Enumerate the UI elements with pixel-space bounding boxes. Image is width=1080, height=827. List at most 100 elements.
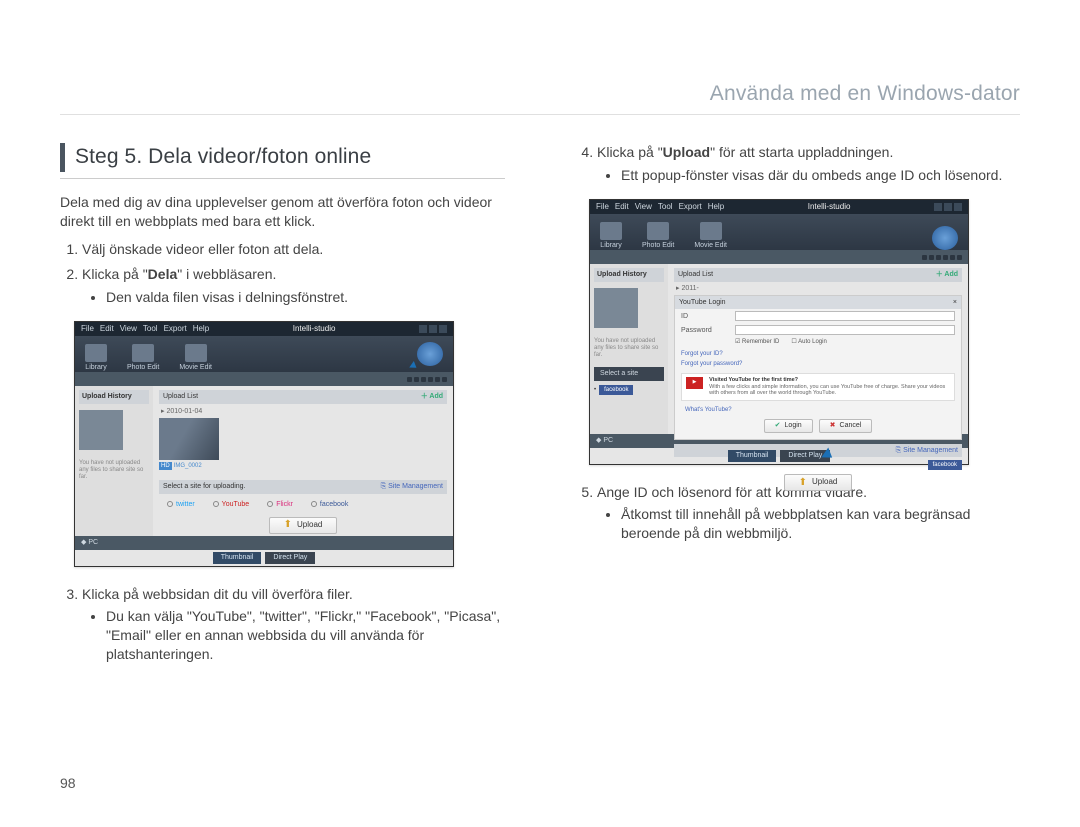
menu-help: Help	[193, 324, 209, 335]
step-5-sub: Åtkomst till innehåll på webbplatsen kan…	[621, 505, 1020, 543]
upload-button-label-2: Upload	[812, 477, 837, 488]
cursor-icon	[409, 361, 419, 371]
app-statusbar: ◆ PC	[75, 536, 453, 550]
app-toolbar: Library Photo Edit Movie Edit	[75, 336, 453, 372]
step-4-bold: Upload	[663, 144, 710, 160]
uploadlist-header-2: Upload List	[678, 270, 713, 279]
upload-thumbnail	[159, 418, 219, 460]
steps-list-left-2: Klicka på webbsidan dit du vill överföra…	[60, 585, 505, 665]
sidebar-header: Upload History	[79, 390, 149, 403]
youtube-badge-icon: ▶	[686, 377, 703, 389]
step-3-sub: Du kan välja "YouTube", "twitter", "Flic…	[106, 607, 505, 664]
menu-export: Export	[164, 324, 187, 335]
tab-library-label: Library	[85, 363, 106, 372]
app-bottom-tabs: ThumbnailDirect Play	[75, 550, 453, 565]
tab-photo-edit: Photo Edit	[127, 344, 159, 372]
add-label-2: Add	[944, 271, 958, 278]
sidebar-header-2: Upload History	[594, 268, 664, 281]
login-pw-label: Password	[681, 326, 731, 335]
page-header: Använda med en Windows-dator	[60, 80, 1020, 115]
add-label: Add	[429, 393, 443, 400]
app-subbar	[75, 372, 453, 386]
tab-movie-label: Movie Edit	[179, 363, 212, 372]
upload-arrow-icon-2: ⬆	[799, 478, 807, 488]
menu-file-2: File	[596, 202, 609, 213]
login-dialog: YouTube Login× ID Password ☑ Remember ID…	[674, 295, 962, 440]
prompt-head: Visited YouTube for the first time?	[709, 377, 950, 384]
tab-library-label-2: Library	[600, 241, 621, 250]
photo-icon-2	[647, 222, 669, 240]
login-prompt: ▶ Visited YouTube for the first time?Wit…	[681, 373, 955, 402]
step-4: Klicka på "Upload" för att starta upplad…	[597, 143, 1020, 185]
upload-arrow-icon: ⬆	[284, 520, 292, 530]
hd-badge: HD	[159, 462, 172, 470]
close-icon: ×	[953, 298, 957, 307]
menu-view: View	[120, 324, 137, 335]
history-thumbnail-2	[594, 288, 638, 328]
login-id-input	[735, 311, 955, 321]
step-3-text: Klicka på webbsidan dit du vill överföra…	[82, 586, 353, 602]
step-1-text: Välj önskade videor eller foton att dela…	[82, 241, 323, 257]
uploadlist-header: Upload List	[163, 392, 198, 401]
site-management: ⎘ Site Management	[381, 482, 443, 491]
prompt-body: With a few clicks and simple information…	[709, 384, 950, 398]
menu-help-2: Help	[708, 202, 724, 213]
step-2-pre: Klicka på "	[82, 266, 148, 282]
remember-id-checkbox: Remember ID	[742, 339, 779, 345]
step-2-sub: Den valda filen visas i delningsfönstret…	[106, 288, 505, 307]
cancel-button: ✖Cancel	[819, 419, 873, 432]
menu-view-2: View	[635, 202, 652, 213]
right-column: Klicka på "Upload" för att starta upplad…	[575, 143, 1020, 670]
site-twitter: twitter	[167, 500, 195, 509]
upload-button-label: Upload	[297, 520, 322, 531]
film-icon	[85, 344, 107, 362]
upload-date: 2010-01-04	[166, 408, 202, 415]
tab-direct-play: Direct Play	[265, 552, 315, 563]
menu-edit-2: Edit	[615, 202, 629, 213]
app-menubar-2: File Edit View Tool Export Help Intelli-…	[590, 200, 968, 214]
step-2-bold: Dela	[148, 266, 178, 282]
tab-photo-label: Photo Edit	[127, 363, 159, 372]
site-facebook-chip-2: facebook	[928, 460, 962, 470]
step-2: Klicka på "Dela" i webbläsaren. Den vald…	[82, 265, 505, 307]
app-subbar-2	[590, 250, 968, 264]
sidebar-empty-msg: You have not uploaded any files to share…	[79, 460, 149, 482]
menu-tool: Tool	[143, 324, 158, 335]
left-column: Steg 5. Dela videor/foton online Dela me…	[60, 143, 505, 670]
share-globe-icon	[417, 342, 443, 366]
step-3: Klicka på webbsidan dit du vill överföra…	[82, 585, 505, 665]
app-toolbar-2: Library Photo Edit Movie Edit	[590, 214, 968, 250]
login-title: YouTube Login	[679, 298, 726, 307]
step-title: Steg 5. Dela videor/foton online	[60, 143, 505, 171]
movie-icon-2	[700, 222, 722, 240]
auto-login-checkbox: Auto Login	[798, 339, 827, 345]
steps-list-left: Välj önskade videor eller foton att dela…	[60, 240, 505, 307]
app-sidebar-2: Upload History You have not uploaded any…	[590, 264, 668, 434]
site-youtube: YouTube	[213, 500, 250, 509]
tab-thumbnail-2: Thumbnail	[728, 450, 777, 461]
app-center: Upload List＋ Add ▸ 2010-01-04 HDIMG_0002…	[153, 386, 453, 536]
film-icon-2	[600, 222, 622, 240]
site-facebook-chip: facebook	[599, 385, 633, 395]
site-flickr: Flickr	[267, 500, 293, 509]
select-site-label: Select a site for uploading.	[163, 482, 246, 491]
login-area: Upload List＋ Add ▸ 2011- YouTube Login× …	[668, 264, 968, 434]
upload-button-2: ⬆ Upload	[784, 474, 853, 491]
separator	[60, 178, 505, 179]
step-4-sub: Ett popup-fönster visas där du ombeds an…	[621, 166, 1020, 185]
app-title-2: Intelli-studio	[808, 202, 851, 213]
page-number: 98	[60, 774, 76, 793]
app-screenshot-1: File Edit View Tool Export Help Intelli-…	[74, 321, 454, 566]
tab-photo-label-2: Photo Edit	[642, 241, 674, 250]
forgot-id-link: Forgot your ID?	[675, 349, 961, 359]
login-button: ✔Login	[764, 419, 813, 432]
menu-edit: Edit	[100, 324, 114, 335]
upload-button: ⬆ Upload	[269, 517, 338, 534]
upload-filename: IMG_0002	[174, 463, 202, 469]
app-screenshot-2: File Edit View Tool Export Help Intelli-…	[589, 199, 969, 464]
share-globe-icon-2	[932, 226, 958, 250]
steps-list-right: Klicka på "Upload" för att starta upplad…	[575, 143, 1020, 185]
tab-movie-label-2: Movie Edit	[694, 241, 727, 250]
step-4-pre: Klicka på "	[597, 144, 663, 160]
window-buttons-2	[934, 203, 962, 211]
